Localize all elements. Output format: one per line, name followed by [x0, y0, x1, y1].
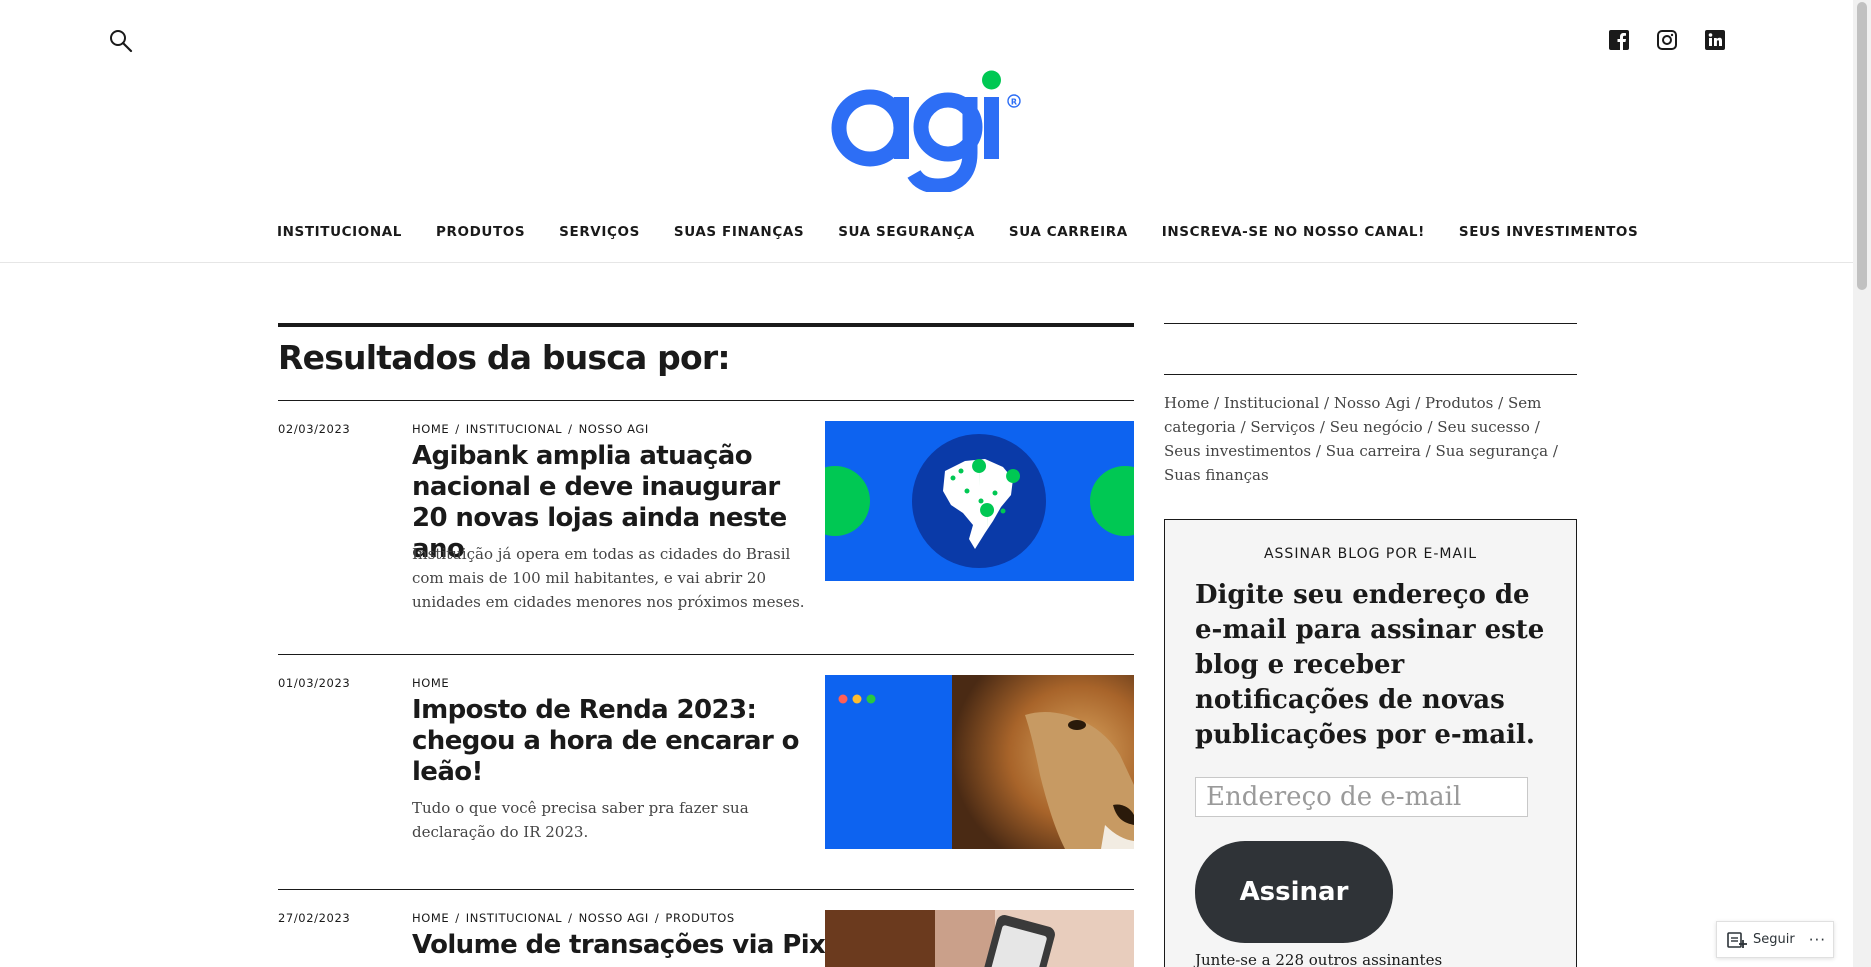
- follow-icon: [1727, 931, 1747, 948]
- email-subscribe-widget: ASSINAR BLOG POR E-MAIL Digite seu ender…: [1164, 519, 1577, 967]
- category-link-seu-negocio[interactable]: Seu negócio: [1330, 418, 1423, 436]
- category-link-seu-sucesso[interactable]: Seu sucesso: [1437, 418, 1530, 436]
- post-excerpt: Instituição já opera em todas as cidades…: [412, 545, 805, 611]
- category-link[interactable]: NOSSO AGI: [579, 422, 649, 436]
- post-item: 02/03/2023 HOME / INSTITUCIONAL / NOSSO AGI …: [278, 400, 1134, 654]
- linkedin-icon[interactable]: [1704, 29, 1726, 51]
- post-thumbnail-brazil-map[interactable]: [825, 421, 1134, 581]
- category-link-nosso-agi[interactable]: Nosso Agi: [1334, 394, 1411, 412]
- post-date: 27/02/2023: [278, 911, 351, 925]
- subscribe-button[interactable]: Assinar: [1195, 841, 1393, 943]
- more-options-button[interactable]: ···: [1809, 931, 1826, 949]
- post-item: 27/02/2023 HOME / INSTITUCIONAL / NOSSO AGI /…: [278, 889, 1134, 967]
- post-thumbnail-phone[interactable]: [825, 910, 1134, 967]
- nav-item-suas-financas[interactable]: SUAS FINANÇAS: [674, 224, 804, 240]
- instagram-icon[interactable]: [1656, 29, 1678, 51]
- subscribe-title: ASSINAR BLOG POR E-MAIL: [1263, 546, 1478, 562]
- nav-item-sua-carreira[interactable]: SUA CARREIRA: [1009, 224, 1128, 240]
- nav-item-inscreva-se[interactable]: INSCREVA-SE NO NOSSO CANAL!: [1162, 224, 1425, 240]
- subscribe-description: Digite seu endereço de e-mail para assin…: [1195, 580, 1545, 750]
- category-link[interactable]: INSTITUCIONAL: [466, 911, 562, 925]
- category-link[interactable]: HOME: [412, 911, 449, 925]
- category-link-sua-carreira[interactable]: Sua carreira: [1326, 442, 1421, 460]
- page-title: Resultados da busca por:: [278, 338, 731, 377]
- category-list: Home / Institucional / Nosso Agi / Produ…: [1164, 394, 1558, 484]
- post-date: 01/03/2023: [278, 676, 351, 690]
- nav-item-sua-seguranca[interactable]: SUA SEGURANÇA: [838, 224, 975, 240]
- post-categories: HOME / INSTITUCIONAL / NOSSO AGI / PRODUTOS: [412, 911, 735, 925]
- post-title[interactable]: Volume de transações via Pix: [412, 930, 832, 961]
- category-link-produtos[interactable]: Produtos: [1425, 394, 1493, 412]
- follow-button[interactable]: Seguir: [1727, 931, 1795, 949]
- subscriber-count: Junte-se a 228 outros assinantes: [1195, 951, 1443, 967]
- agi-logo[interactable]: R: [830, 68, 1026, 192]
- post-date: 02/03/2023: [278, 422, 351, 436]
- nav-item-servicos[interactable]: SERVIÇOS: [559, 224, 640, 240]
- nav-item-institucional[interactable]: INSTITUCIONAL: [277, 224, 402, 240]
- category-link[interactable]: NOSSO AGI: [579, 911, 649, 925]
- post-item: 01/03/2023 HOME Imposto de Renda 2023: c…: [278, 654, 1134, 889]
- header-divider: [0, 262, 1853, 263]
- category-link-seus-investimentos[interactable]: Seus investimentos: [1164, 442, 1311, 460]
- category-link[interactable]: HOME: [412, 676, 449, 690]
- search-results: Resultados da busca por: 02/03/2023 HOME…: [278, 323, 1134, 967]
- post-title[interactable]: Imposto de Renda 2023: chegou a hora de …: [412, 695, 812, 788]
- main-nav: INSTITUCIONAL PRODUTOS SERVIÇOS SUAS FIN…: [277, 224, 1638, 240]
- post-excerpt: Tudo o que você precisa saber pra fazer …: [412, 799, 749, 841]
- post-categories: HOME / INSTITUCIONAL / NOSSO AGI: [412, 422, 649, 436]
- title-top-rule: [278, 323, 1134, 327]
- category-link[interactable]: HOME: [412, 422, 449, 436]
- category-link-suas-financas[interactable]: Suas finanças: [1164, 466, 1269, 484]
- category-link-institucional[interactable]: Institucional: [1224, 394, 1319, 412]
- nav-item-produtos[interactable]: PRODUTOS: [436, 224, 525, 240]
- category-link-home[interactable]: Home: [1164, 394, 1209, 412]
- search-icon[interactable]: [108, 28, 134, 54]
- page-scrollbar[interactable]: [1853, 0, 1871, 967]
- sidebar-rule: [1164, 323, 1577, 324]
- social-links: [1608, 29, 1726, 51]
- category-link[interactable]: PRODUTOS: [665, 911, 734, 925]
- facebook-icon[interactable]: [1608, 29, 1630, 51]
- scrollbar-thumb[interactable]: [1857, 2, 1867, 290]
- follow-widget: Seguir ···: [1716, 921, 1834, 958]
- svg-text:R: R: [1011, 98, 1017, 107]
- category-link-servicos[interactable]: Serviços: [1250, 418, 1315, 436]
- nav-item-seus-investimentos[interactable]: SEUS INVESTIMENTOS: [1459, 224, 1638, 240]
- sidebar-rule: [1164, 374, 1577, 375]
- follow-label: Seguir: [1753, 932, 1795, 947]
- post-categories: HOME: [412, 676, 449, 690]
- post-thumbnail-lion[interactable]: [825, 675, 1134, 849]
- category-link[interactable]: INSTITUCIONAL: [466, 422, 562, 436]
- email-input[interactable]: Endereço de e-mail: [1195, 777, 1528, 817]
- sidebar: Home / Institucional / Nosso Agi / Produ…: [1164, 323, 1577, 967]
- category-link-sua-seguranca[interactable]: Sua segurança: [1435, 442, 1548, 460]
